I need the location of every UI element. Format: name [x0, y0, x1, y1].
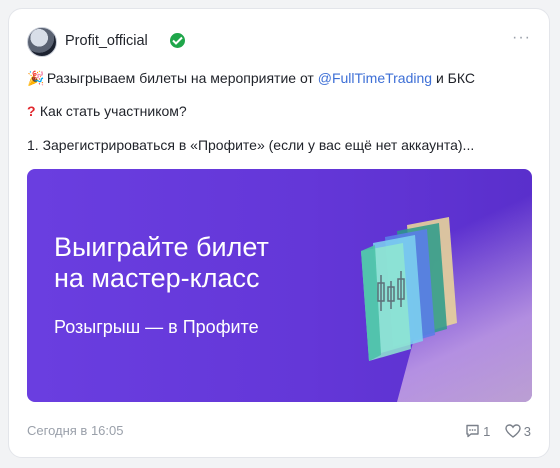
post-card: Profit_official ··· 🎉 Разыгрываем билеты…	[8, 8, 550, 458]
heart-icon	[505, 424, 521, 439]
line2-text: Как стать участником?	[39, 103, 187, 119]
comments-count: 1	[483, 423, 491, 439]
line1-prefix: Разыгрываем билеты на мероприятие от	[46, 70, 318, 86]
like-button[interactable]: 3	[505, 423, 531, 439]
glass-blocks-illustration	[361, 217, 457, 361]
avatar[interactable]	[27, 27, 57, 57]
post-text-line-2: ? Как стать участником?	[27, 101, 527, 121]
verified-check-icon	[170, 33, 185, 48]
likes-count: 3	[523, 423, 531, 439]
post-actions: 1 3	[455, 422, 531, 440]
party-popper-icon: 🎉	[27, 70, 45, 86]
banner-title-line-1: Выиграйте билет	[54, 232, 269, 262]
comments-button[interactable]: 1	[465, 423, 490, 439]
more-dots-icon[interactable]: ···	[512, 29, 531, 47]
red-question-mark-icon: ?	[27, 103, 36, 119]
post-text-line-1: 🎉 Разыгрываем билеты на мероприятие от @…	[27, 68, 527, 88]
promo-banner-image[interactable]: Выиграйте билет на мастер-класс Розыгрыш…	[27, 169, 532, 402]
post-date: Сегодня в 16:05	[27, 423, 124, 438]
line1-suffix: и БКС	[432, 70, 475, 86]
banner-subtitle: Розыгрыш — в Профите	[54, 317, 259, 337]
comment-icon	[466, 425, 479, 438]
author-name[interactable]: Profit_official	[65, 33, 148, 49]
banner-title-line-2: на мастер-класс	[54, 263, 260, 293]
mention-link[interactable]: @FullTimeTrading	[318, 70, 432, 86]
post-text-line-3: 1. Зарегистрироваться в «Профите» (если …	[27, 137, 475, 153]
banner-title: Выиграйте билет на мастер-класс	[54, 232, 354, 294]
post-header: Profit_official ···	[27, 27, 531, 57]
